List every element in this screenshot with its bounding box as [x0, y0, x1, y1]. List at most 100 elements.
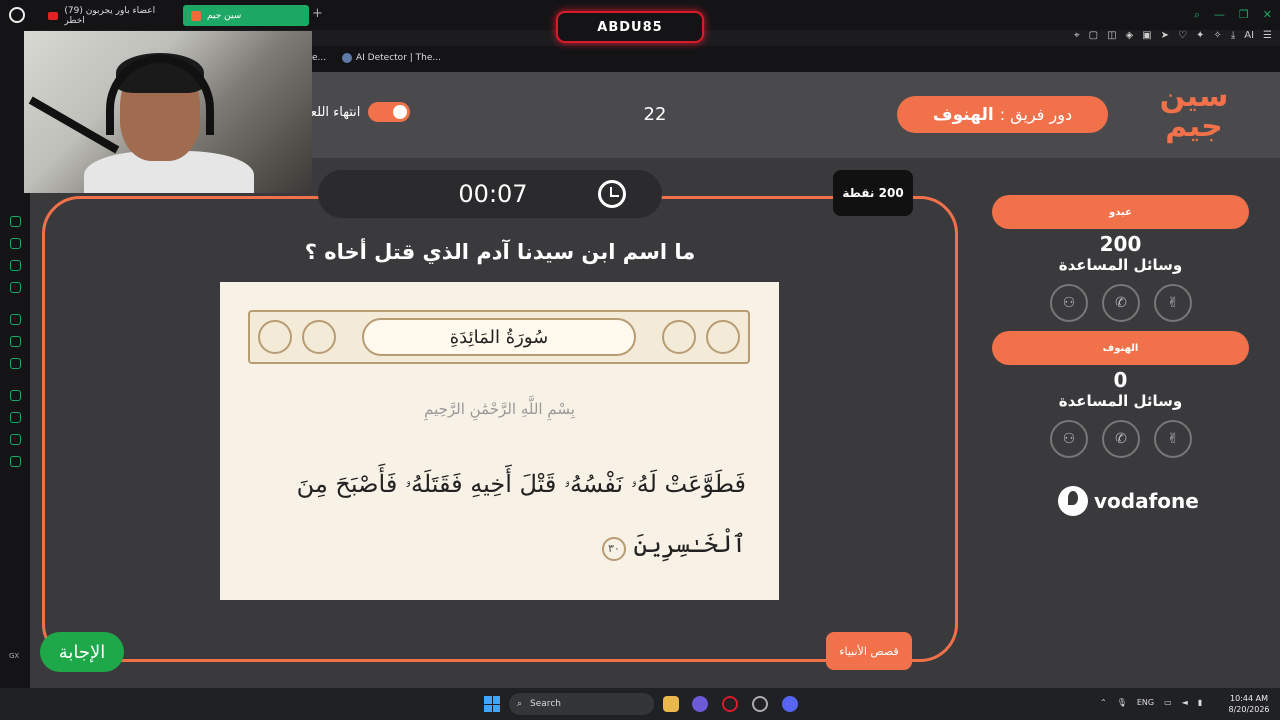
youtube-icon: [48, 11, 59, 20]
app-icon[interactable]: [692, 696, 708, 712]
sponsor-name: vodafone: [1094, 489, 1199, 513]
volume-icon[interactable]: ◄: [1182, 698, 1188, 707]
turn-team-name: الهنوف: [932, 104, 994, 125]
network-icon[interactable]: ▭: [1164, 698, 1172, 707]
bookmark-item[interactable]: e...: [312, 53, 326, 63]
points-badge: 200 نقطة: [833, 170, 913, 216]
end-game-toggle[interactable]: انتهاء اللعبة: [300, 102, 411, 122]
verse-line-end: ٱلْخَـٰسِرِينَ: [633, 530, 747, 558]
pin-icon[interactable]: ⌖: [1074, 30, 1080, 41]
sidebar-gx-label[interactable]: GX: [9, 652, 19, 660]
category-badge: قصص الأنبياء: [826, 632, 912, 670]
tab-seen-jeem[interactable]: سين جيم: [183, 5, 309, 26]
surah-header-frame: سُورَةُ المَائِدَةِ: [248, 310, 750, 364]
rosette-ornament-icon: [258, 320, 292, 354]
rosette-ornament-icon: [706, 320, 740, 354]
surah-title: سُورَةُ المَائِدَةِ: [362, 318, 636, 356]
bookmark-favicon-icon: [342, 53, 352, 63]
download-icon[interactable]: ⤓: [1231, 30, 1235, 41]
search-icon: ⌕: [517, 699, 523, 709]
send-icon[interactable]: ➤: [1161, 30, 1169, 41]
aids-row: ⚇ ✆ ✌: [1050, 284, 1192, 322]
aids-row: ⚇ ✆ ✌: [1050, 420, 1192, 458]
turn-prefix: دور فريق :: [999, 105, 1073, 124]
screenshot-icon[interactable]: ◫: [1107, 30, 1116, 41]
question-text: ما اسم ابن سيدنا آدم الذي قتل أخاه ؟: [304, 240, 696, 264]
opera-gx-logo-icon[interactable]: [9, 7, 25, 23]
search-icon[interactable]: ⌕: [1194, 8, 1200, 22]
snapshot-icon[interactable]: ▢: [1089, 30, 1098, 41]
microphone-icon[interactable]: 🎙: [1117, 698, 1127, 707]
two-people-icon[interactable]: ⚇: [1050, 284, 1088, 322]
turn-indicator: دور فريق : الهنوف: [897, 96, 1108, 133]
sidebar-percent-icon[interactable]: [10, 336, 21, 347]
team-aids-label: وسائل المساعدة: [1058, 256, 1183, 274]
taskbar-search[interactable]: ⌕ Search: [509, 693, 654, 715]
answer-button[interactable]: الإجابة: [40, 632, 124, 672]
bookmark-ai-detector[interactable]: AI Detector | The...: [342, 53, 441, 63]
phone-icon[interactable]: ✆: [1102, 284, 1140, 322]
team-score: 0: [1113, 368, 1128, 392]
puzzle-icon[interactable]: ✧: [1213, 30, 1221, 41]
rosette-ornament-icon: [662, 320, 696, 354]
timer-display: 00:07: [458, 180, 528, 208]
sidebar-player-icon[interactable]: [10, 390, 21, 401]
file-explorer-icon[interactable]: [663, 696, 679, 712]
windows-taskbar: ⌕ Search ⌃ 🎙 ENG ▭ ◄ ▮ 10:44 AM 8/20/202…: [0, 688, 1280, 720]
opera-gx-icon[interactable]: [722, 696, 738, 712]
window-controls: ⌕ — ❐ ✕: [1194, 8, 1272, 22]
reset-timer-icon[interactable]: [598, 180, 626, 208]
tab-youtube[interactable]: (79) اعضاء باور يجربون اخطر: [40, 5, 180, 26]
sidebar-m-icon[interactable]: [10, 282, 21, 293]
profile-name-badge: ABDU85: [556, 11, 704, 43]
sponsor-logo: vodafone: [1058, 486, 1199, 516]
ai-icon[interactable]: AI: [1244, 30, 1254, 41]
system-tray: ⌃ 🎙 ENG ▭ ◄ ▮: [1100, 698, 1202, 707]
sidebar-x-icon[interactable]: [10, 358, 21, 369]
language-indicator[interactable]: ENG: [1137, 698, 1154, 707]
peace-hand-icon[interactable]: ✌: [1154, 284, 1192, 322]
tab-label: سين جيم: [207, 10, 242, 21]
sidebar-settings-icon[interactable]: [10, 456, 21, 467]
sidebar-cube-icon[interactable]: [10, 260, 21, 271]
sidebar-twitch-icon[interactable]: [10, 314, 21, 325]
menu-icon[interactable]: ☰: [1263, 30, 1272, 41]
heart-icon[interactable]: ♡: [1178, 30, 1187, 41]
close-icon[interactable]: ✕: [1263, 8, 1272, 22]
clock-date: 8/20/2026: [1228, 705, 1270, 714]
sidebar-extensions-icon[interactable]: [10, 434, 21, 445]
maximize-icon[interactable]: ❐: [1239, 8, 1249, 22]
clock-time: 10:44 AM: [1230, 694, 1268, 703]
discord-icon[interactable]: [782, 696, 798, 712]
windows-start-icon[interactable]: [484, 696, 500, 712]
peace-hand-icon[interactable]: ✌: [1154, 420, 1192, 458]
new-tab-plus-icon[interactable]: +: [312, 6, 323, 21]
toggle-switch[interactable]: [368, 102, 411, 122]
round-number: 22: [643, 104, 667, 125]
team-score: 200: [1099, 232, 1142, 256]
sidebar-refresh-icon[interactable]: [10, 216, 21, 227]
ayah-number: ٣٠: [601, 537, 626, 561]
quran-verse-image: سُورَةُ المَائِدَةِ بِسْمِ اللَّهِ الرَّ…: [220, 282, 779, 600]
basmala: بِسْمِ اللَّهِ الرَّحْمَٰنِ الرَّحِيمِ: [424, 400, 575, 418]
wallet-icon[interactable]: ▣: [1142, 30, 1151, 41]
extension-icon[interactable]: ✦: [1196, 30, 1204, 41]
team-name-pill: الهنوف: [992, 331, 1249, 365]
phone-icon[interactable]: ✆: [1102, 420, 1140, 458]
app-icon[interactable]: [752, 696, 768, 712]
two-people-icon[interactable]: ⚇: [1050, 420, 1088, 458]
search-placeholder: Search: [530, 699, 561, 709]
taskbar-clock[interactable]: 10:44 AM 8/20/2026: [1226, 693, 1272, 715]
timer-bar: 00:07: [318, 170, 662, 218]
battery-icon[interactable]: ▮: [1198, 698, 1202, 707]
brand-logo: سين جيم: [1159, 79, 1229, 144]
chevron-up-icon[interactable]: ⌃: [1100, 698, 1107, 707]
minimize-icon[interactable]: —: [1214, 8, 1225, 22]
sidebar-shop-icon[interactable]: [10, 238, 21, 249]
shield-icon[interactable]: ◈: [1126, 30, 1134, 41]
sidebar-history-icon[interactable]: [10, 412, 21, 423]
browser-toolbar: ⌖ ▢ ◫ ◈ ▣ ➤ ♡ ✦ ✧ ⤓ AI ☰: [1074, 30, 1272, 41]
team-aids-label: وسائل المساعدة: [1058, 392, 1183, 410]
verse-line: فَطَوَّعَتْ لَهُۥ نَفْسُهُۥ قَتْلَ أَخِي…: [296, 470, 746, 498]
favicon-icon: [191, 10, 201, 21]
